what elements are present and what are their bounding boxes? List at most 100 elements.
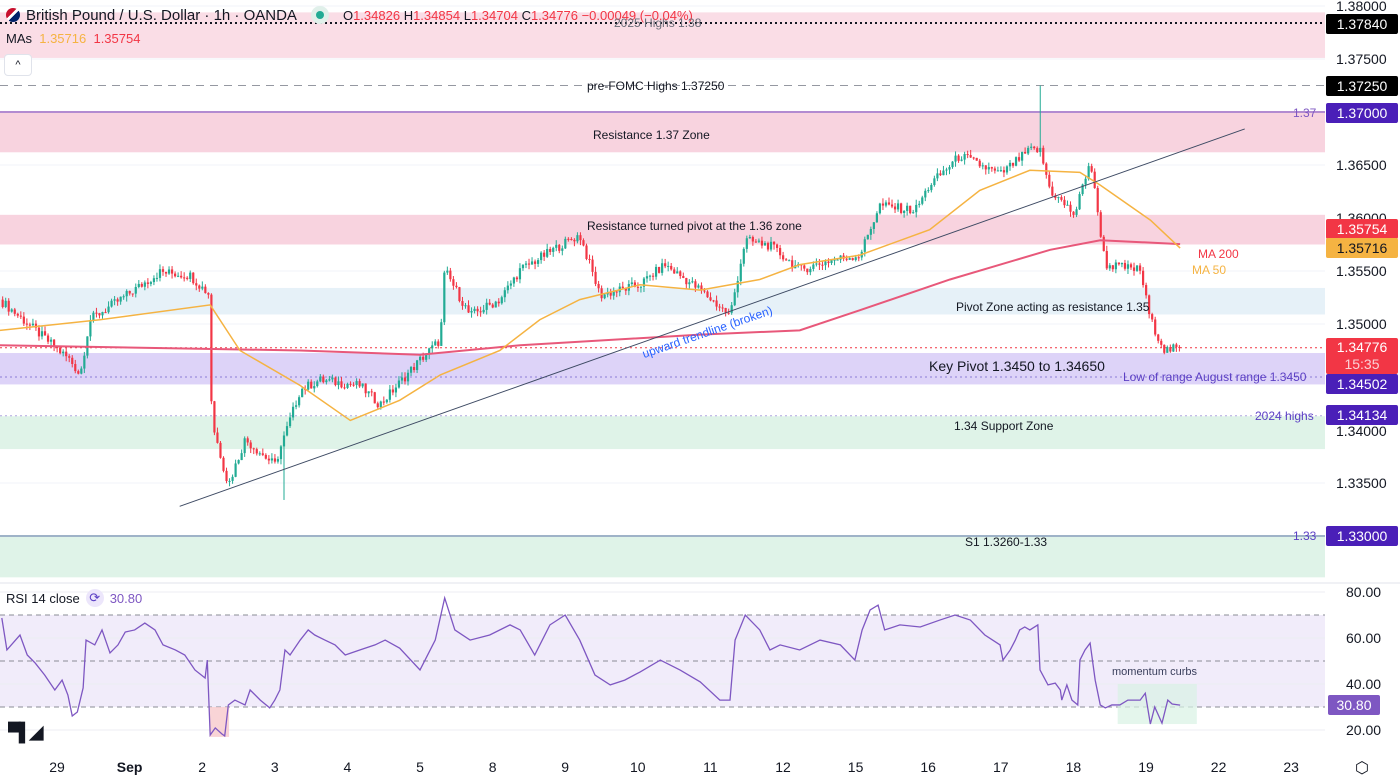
candle-body	[449, 270, 452, 280]
rsi-legend[interactable]: RSI 14 close ⟳ 30.80	[6, 589, 142, 607]
candle-body	[331, 377, 334, 380]
candle-body	[1123, 262, 1127, 269]
symbol-title[interactable]: British Pound / U.S. Dollar · 1h · OANDA	[26, 7, 297, 24]
candle-body	[999, 170, 1003, 172]
candle-body	[639, 286, 643, 288]
candle-body	[1011, 162, 1015, 166]
rsi-value-tag: 30.80	[1328, 695, 1380, 715]
tradingview-logo[interactable]: ▀▌◢	[8, 722, 43, 743]
candle-body	[140, 283, 143, 287]
time-axis-label: Sep	[116, 759, 143, 775]
low-label: L	[463, 7, 471, 23]
candle-body	[7, 300, 10, 312]
candle-body	[192, 272, 195, 284]
candle-body	[273, 458, 277, 462]
candle-body	[22, 316, 25, 324]
refresh-icon[interactable]: ⟳	[85, 589, 104, 607]
collapse-legend-button[interactable]: ^	[4, 54, 32, 76]
candle-body	[509, 283, 512, 286]
candle-body	[657, 266, 661, 273]
candle-body	[391, 389, 394, 393]
label-pre-fomc: pre-FOMC Highs 1.37250	[587, 79, 725, 93]
candle-body	[570, 238, 573, 240]
open-value: 1.34826	[353, 7, 401, 23]
settings-icon[interactable]: ⬡	[1355, 758, 1369, 778]
gbp-usd-flag-icon	[6, 8, 20, 22]
candle-body	[582, 240, 585, 246]
candle-body	[1072, 211, 1075, 215]
candle-body	[1105, 251, 1108, 269]
candle-body	[536, 260, 540, 264]
candle-body	[288, 417, 292, 427]
candle-body	[694, 281, 697, 288]
candle-body	[878, 203, 882, 214]
label-ma50: MA 50	[1192, 263, 1227, 277]
price-tick: 1.35000	[1336, 316, 1387, 332]
candle-body	[597, 283, 600, 289]
label-resistance-137: Resistance 1.37 Zone	[593, 128, 710, 142]
candle-body	[1002, 170, 1006, 173]
time-axis-label: 23	[1283, 759, 1299, 775]
candle-body	[972, 157, 975, 159]
candle-body	[267, 458, 270, 461]
bar-countdown: 15:35	[1344, 356, 1380, 372]
candle-body	[718, 306, 721, 308]
candle-body	[521, 264, 525, 269]
candle-body	[406, 372, 410, 382]
candle-body	[95, 312, 98, 314]
candle-body	[46, 335, 50, 342]
candle-body	[494, 301, 497, 308]
candle-body	[110, 300, 113, 307]
candle-body	[264, 454, 267, 459]
candle-body	[201, 286, 204, 289]
candle-body	[573, 239, 576, 242]
candle-body	[609, 292, 612, 296]
candle-body	[706, 291, 709, 298]
candle-body	[291, 406, 295, 418]
candle-body	[446, 270, 449, 273]
candle-body	[957, 155, 960, 161]
candle-body	[255, 449, 258, 454]
candle-body	[709, 297, 712, 301]
candle-body	[585, 245, 588, 259]
candle-body	[195, 283, 198, 286]
time-axis-label: 18	[1065, 759, 1082, 775]
candle-body	[533, 261, 537, 264]
candle-body	[28, 324, 31, 326]
candle-body	[503, 290, 506, 298]
candle-body	[19, 315, 22, 317]
candle-body	[476, 308, 479, 312]
candle-body	[872, 222, 875, 229]
candle-body	[918, 203, 921, 205]
candle-body	[785, 259, 788, 261]
candle-body	[567, 238, 570, 240]
candle-body	[431, 345, 434, 349]
candle-body	[1102, 236, 1105, 252]
candle-body	[228, 480, 231, 482]
candle-body	[1166, 347, 1169, 353]
candle-body	[155, 277, 159, 279]
candle-body	[540, 252, 543, 261]
time-axis-label: 3	[270, 759, 279, 775]
candle-body	[763, 243, 767, 246]
candle-body	[252, 448, 255, 450]
candle-body	[373, 392, 376, 404]
price-tag-133000: 1.33000	[1326, 526, 1398, 546]
candle-body	[881, 203, 885, 206]
candle-body	[488, 302, 491, 305]
candle-body	[824, 261, 827, 266]
ma-legend[interactable]: MAs 1.35716 1.35754	[6, 31, 140, 46]
rsi-label: RSI 14 close	[6, 590, 80, 606]
price-chart[interactable]	[0, 0, 1400, 778]
candle-body	[1157, 334, 1160, 341]
candle-body	[1069, 204, 1072, 212]
candle-body	[173, 273, 177, 277]
candle-body	[1036, 148, 1039, 153]
trendline	[179, 128, 1245, 507]
candle-body	[1005, 166, 1009, 173]
candle-body	[527, 263, 531, 265]
candle-body	[107, 306, 110, 313]
candle-body	[775, 244, 779, 248]
candle-body	[515, 277, 519, 280]
candle-body	[400, 377, 404, 381]
